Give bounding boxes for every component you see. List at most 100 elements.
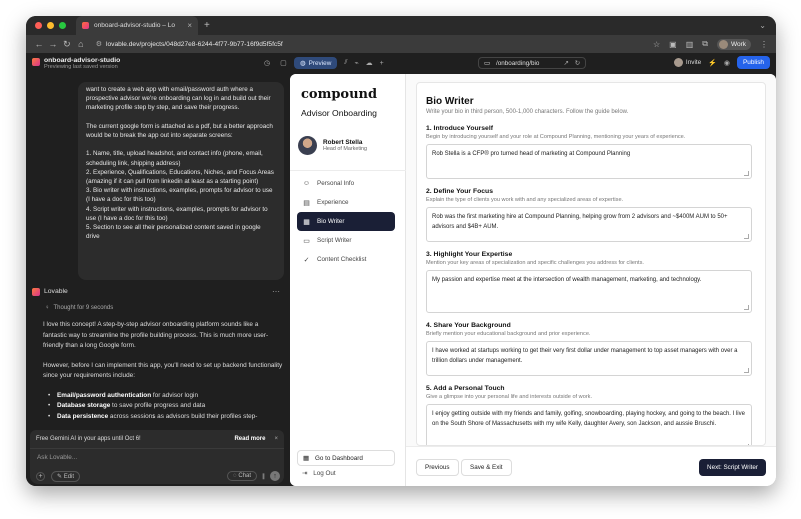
extensions-icon[interactable]: ⧉ xyxy=(702,39,708,49)
chat-mode-button[interactable]: ◌ Chat xyxy=(227,471,257,481)
background-textarea[interactable]: I have worked at startups working to get… xyxy=(426,341,752,376)
collapse-panel-icon[interactable]: ▢ xyxy=(280,59,287,67)
list-item-text: for advisor login xyxy=(151,391,198,399)
window-controls xyxy=(35,22,66,29)
section-hint: Mention your key areas of specialization… xyxy=(426,260,644,266)
dashboard-icon: ▦ xyxy=(303,454,309,462)
message-options-icon[interactable]: ⋯ xyxy=(272,287,280,296)
menu-item-bio-writer[interactable]: ▦ Bio Writer xyxy=(297,212,395,231)
tab-list-chevron-icon[interactable]: ⌄ xyxy=(759,21,766,30)
composer-actions: ◌ Chat ∥ ↑ xyxy=(227,471,280,481)
profile-button[interactable]: Work xyxy=(716,38,752,50)
forward-button[interactable]: → xyxy=(46,39,60,49)
minimize-window-button[interactable] xyxy=(47,22,54,29)
cast-icon[interactable]: ▣ xyxy=(669,40,677,49)
composer-tools: + ✎ Edit xyxy=(36,471,81,482)
user-role: Head of Marketing xyxy=(323,146,368,152)
avatar xyxy=(298,136,317,155)
chat-composer[interactable]: Ask Lovable... + ✎ Edit ◌ Chat ∥ ↑ xyxy=(30,448,284,484)
close-banner-icon[interactable]: × xyxy=(274,436,278,442)
section-expertise: 3. Highlight Your Expertise Mention your… xyxy=(426,251,752,313)
project-switcher[interactable]: onboard-advisor-studio Previewing last s… xyxy=(32,57,120,71)
github-icon[interactable]: ◉ xyxy=(724,59,730,67)
reload-button[interactable]: ↻ xyxy=(60,39,74,50)
chat-mode-label: Chat xyxy=(238,473,251,479)
maximize-window-button[interactable] xyxy=(59,22,66,29)
publish-button[interactable]: Publish xyxy=(737,56,770,69)
list-item-text: across sessions as advisors build their … xyxy=(108,412,258,420)
thought-indicator[interactable]: ♀ Thought for 9 seconds xyxy=(45,305,113,311)
open-external-icon[interactable]: ↗ xyxy=(563,60,568,67)
section-introduce: 1. Introduce Yourself Begin by introduci… xyxy=(426,125,752,179)
supabase-icon[interactable]: ⚡ xyxy=(708,59,717,67)
section-hint: Explain the type of clients you work wit… xyxy=(426,197,624,203)
menu-item-script-writer[interactable]: ▭ Script Writer xyxy=(297,231,395,250)
browser-menu-icon[interactable]: ⋮ xyxy=(760,40,768,49)
browser-tab[interactable]: onboard-advisor-studio – Lo × xyxy=(76,16,198,35)
next-script-writer-button[interactable]: Next: Script Writer xyxy=(699,459,766,476)
menu-item-content-checklist[interactable]: ✓ Content Checklist xyxy=(297,250,395,269)
lovable-logo-icon xyxy=(32,57,40,66)
history-icon[interactable]: ◷ xyxy=(264,59,270,67)
sidebar-icon[interactable]: ▥ xyxy=(686,40,694,49)
code-icon[interactable]: ⌁ xyxy=(354,59,358,67)
requirements-list: Email/password authentication for adviso… xyxy=(43,391,283,423)
onboarding-menu: ☺ Personal Info ▤ Experience ▦ Bio Writer ▭… xyxy=(297,174,395,269)
personal-textarea[interactable]: I enjoy getting outside with my friends … xyxy=(426,404,752,445)
user-message-paragraph: The current google form is attached as a… xyxy=(86,122,273,139)
lightbulb-icon: ♀ xyxy=(45,305,50,311)
add-view-icon[interactable]: + xyxy=(380,60,384,67)
attach-icon[interactable]: + xyxy=(36,472,45,481)
lovable-avatar-icon xyxy=(32,288,40,296)
back-button[interactable]: ← xyxy=(32,39,46,49)
log-out-button[interactable]: ⇥ Log Out xyxy=(302,470,336,477)
form-footer: Previous Save & Exit Next: Script Writer xyxy=(406,446,776,486)
project-name: onboard-advisor-studio xyxy=(44,56,121,64)
previous-button[interactable]: Previous xyxy=(416,459,459,476)
refresh-preview-icon[interactable]: ↻ xyxy=(575,60,580,67)
intro-textarea[interactable]: Rob Stella is a CFP® pro turned head of … xyxy=(426,144,752,179)
cloud-icon[interactable]: ☁ xyxy=(366,59,373,67)
section-hint: Briefly mention your educational backgro… xyxy=(426,331,591,337)
app-header: onboard-advisor-studio Previewing last s… xyxy=(26,53,776,74)
preview-frame: compound Advisor Onboarding Robert Stell… xyxy=(290,74,776,486)
menu-item-experience[interactable]: ▤ Experience xyxy=(297,193,395,212)
preview-button[interactable]: ◍ Preview xyxy=(294,57,338,69)
menu-item-label: Content Checklist xyxy=(317,256,367,263)
site-info-icon[interactable]: ⚙ xyxy=(96,40,102,48)
section-focus: 2. Define Your Focus Explain the type of… xyxy=(426,188,752,242)
section-heading: 3. Highlight Your Expertise xyxy=(426,251,513,258)
new-tab-button[interactable]: + xyxy=(204,20,210,31)
home-button[interactable]: ⌂ xyxy=(74,39,88,49)
send-button[interactable]: ↑ xyxy=(270,471,280,481)
list-item-bold: Data persistence xyxy=(57,412,109,420)
project-status: Previewing last saved version xyxy=(44,63,118,70)
save-exit-button[interactable]: Save & Exit xyxy=(461,459,512,476)
menu-item-personal-info[interactable]: ☺ Personal Info xyxy=(297,174,395,193)
go-to-dashboard-button[interactable]: ▦ Go to Dashboard xyxy=(297,450,395,466)
device-icon[interactable]: ▭ xyxy=(484,60,490,67)
invite-button[interactable]: Invite xyxy=(673,58,701,67)
browser-window: onboard-advisor-studio – Lo × + ⌄ ← → ↻ … xyxy=(26,16,776,486)
scroll-down-icon[interactable]: ↓ xyxy=(152,413,156,420)
bookmark-star-icon[interactable]: ☆ xyxy=(653,40,660,49)
voice-icon[interactable]: ∥ xyxy=(262,473,265,480)
view-switcher: ◍ Preview ⫽ ⌁ ☁ + xyxy=(294,57,384,69)
analytics-icon[interactable]: ⫽ xyxy=(344,59,347,67)
close-window-button[interactable] xyxy=(35,22,42,29)
expertise-textarea[interactable]: My passion and expertise meet at the int… xyxy=(426,270,752,313)
video-icon: ▭ xyxy=(303,237,310,245)
section-heading: 1. Introduce Yourself xyxy=(426,125,493,132)
url-field[interactable]: ⚙ lovable.dev/projects/048d27e8-6244-4f7… xyxy=(96,40,653,49)
close-tab-icon[interactable]: × xyxy=(187,21,192,30)
section-hint: Begin by introducing yourself and your r… xyxy=(426,134,686,140)
chat-input[interactable]: Ask Lovable... xyxy=(37,454,77,461)
route-field[interactable]: ▭ /onboarding/bio ↗ ↻ xyxy=(478,57,586,69)
menu-item-label: Script Writer xyxy=(317,237,352,244)
page-description: Write your bio in third person, 500-1,00… xyxy=(426,109,629,115)
menu-item-label: Personal Info xyxy=(317,180,355,187)
edit-button[interactable]: ✎ Edit xyxy=(51,471,81,482)
divider xyxy=(290,170,406,171)
focus-textarea[interactable]: Rob was the first marketing hire at Comp… xyxy=(426,207,752,242)
read-more-link[interactable]: Read more xyxy=(234,436,265,442)
